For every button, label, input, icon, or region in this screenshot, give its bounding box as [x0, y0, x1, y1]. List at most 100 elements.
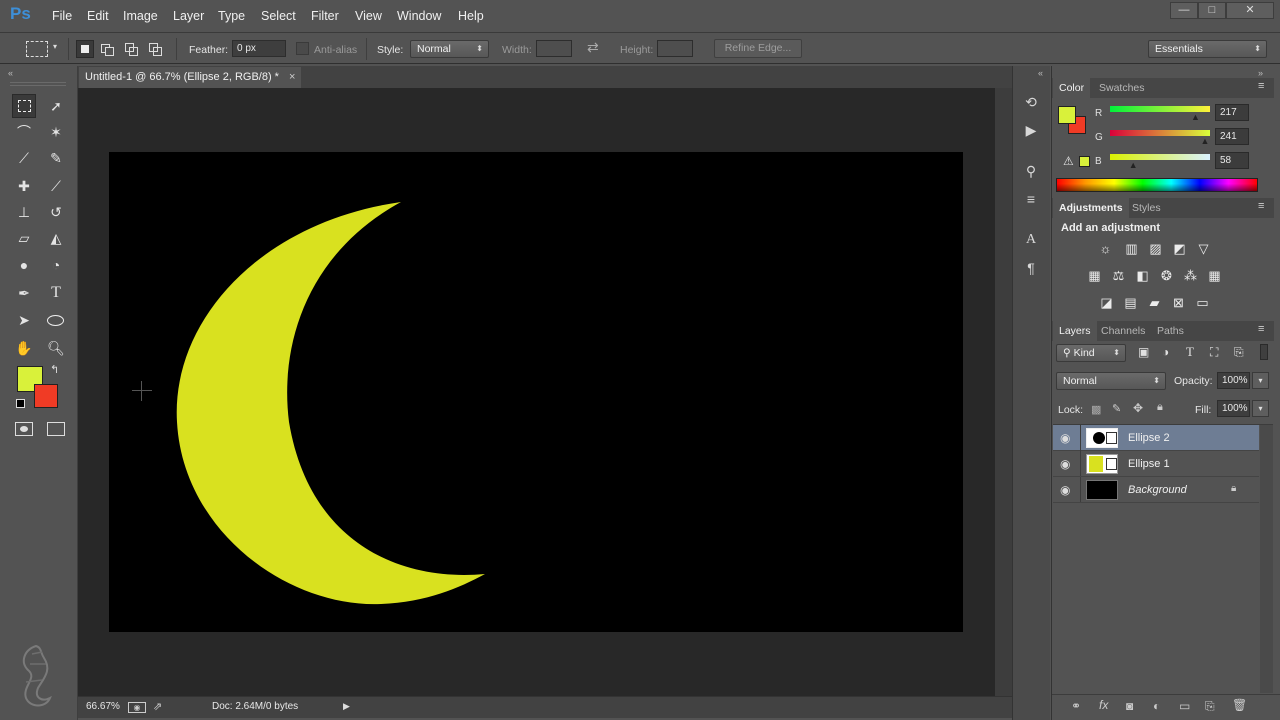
history-brush-icon[interactable]: ↺ — [44, 200, 68, 224]
add-mask-icon[interactable]: ◙ — [1126, 699, 1133, 713]
layer-name[interactable]: Ellipse 1 — [1128, 458, 1170, 470]
blur-icon[interactable]: ● — [12, 253, 36, 277]
zoom-level[interactable]: 66.67% — [86, 701, 120, 712]
filter-shape-icon[interactable]: ⛶ — [1210, 345, 1218, 360]
tab-channels[interactable]: Channels — [1095, 321, 1151, 341]
gradient-map-icon[interactable]: ⊠ — [1170, 294, 1187, 311]
width-input[interactable] — [536, 40, 572, 57]
threshold-icon[interactable]: ▰ — [1146, 294, 1163, 311]
menu-type[interactable]: Type — [218, 9, 245, 23]
screen-mode-icon[interactable] — [47, 422, 65, 436]
stamp-icon[interactable]: ⊥ — [12, 200, 36, 224]
move-icon[interactable]: ➚ — [44, 94, 68, 118]
layer-filter-select[interactable]: ⚲ Kind ⬍ — [1056, 344, 1126, 362]
layers-scrollbar[interactable] — [1260, 425, 1273, 693]
paragraph-panel-icon[interactable]: ¶ — [1021, 258, 1041, 278]
opacity-input[interactable]: 100% — [1217, 372, 1250, 389]
refine-edge-button[interactable]: Refine Edge... — [714, 39, 802, 58]
color-spectrum-ramp[interactable] — [1056, 178, 1258, 192]
g-slider-thumb[interactable]: ▲ — [1201, 136, 1210, 146]
chevron-down-icon[interactable]: ▾ — [53, 42, 57, 51]
eyedropper-icon[interactable]: ✎ — [44, 146, 68, 170]
tab-layers[interactable]: Layers — [1053, 321, 1097, 341]
g-value-input[interactable]: 241 — [1215, 128, 1249, 145]
adjustment-layer-icon[interactable]: ◐ — [1153, 699, 1160, 713]
new-selection-icon[interactable] — [76, 40, 94, 58]
panel-menu-icon[interactable]: ≡ — [1258, 323, 1264, 335]
hand-icon[interactable]: ✋ — [12, 336, 36, 360]
black-white-icon[interactable]: ◧ — [1134, 267, 1151, 284]
pen-icon[interactable]: ✒ — [12, 281, 36, 305]
maximize-button[interactable]: □ — [1198, 2, 1226, 19]
curves-icon[interactable]: ▨ — [1147, 240, 1164, 257]
channel-mixer-icon[interactable]: ⁂ — [1182, 267, 1199, 284]
new-layer-icon[interactable]: ⎘ — [1205, 699, 1215, 714]
filter-type-icon[interactable]: T — [1186, 344, 1194, 360]
color-foreground-swatch[interactable] — [1058, 106, 1076, 124]
ellipse-icon[interactable] — [44, 308, 68, 332]
eye-icon[interactable]: ◉ — [1060, 431, 1070, 445]
fill-input[interactable]: 100% — [1217, 400, 1250, 417]
layer-style-icon[interactable]: fx — [1099, 698, 1108, 712]
close-window-button[interactable]: ✕ — [1226, 2, 1274, 19]
eraser-icon[interactable]: ▱ — [12, 226, 36, 250]
marquee-preset-icon[interactable] — [26, 41, 48, 57]
filter-smart-object-icon[interactable]: ⎘ — [1234, 345, 1244, 360]
b-slider-thumb[interactable]: ▲ — [1129, 160, 1138, 170]
layer-thumbnail-ellipse-2[interactable] — [1086, 428, 1118, 448]
panel-menu-icon[interactable]: ≡ — [1258, 80, 1264, 92]
status-menu-arrow-icon[interactable]: ▶ — [343, 701, 350, 712]
swap-icon[interactable]: ⇄ — [587, 39, 599, 56]
selective-color-icon[interactable]: ▭ — [1194, 294, 1211, 311]
fill-dropdown-icon[interactable]: ▾ — [1252, 400, 1269, 417]
lock-pixels-icon[interactable]: ✎ — [1112, 402, 1121, 415]
crop-icon[interactable]: ⟋ — [12, 146, 36, 170]
eye-icon[interactable]: ◉ — [1060, 457, 1070, 471]
workspace-select[interactable]: Essentials ⬍ — [1148, 40, 1267, 58]
b-value-input[interactable]: 58 — [1215, 152, 1249, 169]
tab-swatches[interactable]: Swatches — [1093, 78, 1151, 98]
tab-adjustments[interactable]: Adjustments — [1053, 198, 1129, 218]
color-balance-icon[interactable]: ⚖ — [1110, 267, 1127, 284]
delete-layer-icon[interactable]: 🗑︎ — [1232, 698, 1247, 712]
b-slider[interactable] — [1110, 154, 1210, 160]
lock-position-icon[interactable]: ✥ — [1133, 401, 1143, 415]
dodge-icon[interactable]: ◔ — [44, 253, 68, 277]
collapse-icon[interactable]: « — [8, 68, 13, 78]
eye-icon[interactable]: ◉ — [1060, 483, 1070, 497]
lock-all-icon[interactable]: 🔒︎ — [1157, 401, 1163, 414]
layer-name[interactable]: Background — [1128, 484, 1187, 496]
expand-dock-icon[interactable]: « — [1038, 68, 1043, 78]
gamut-color-swatch[interactable] — [1079, 156, 1090, 167]
brush-icon[interactable]: ⟋ — [44, 174, 68, 198]
zoom-icon[interactable]: 🔍︎ — [44, 336, 68, 360]
filter-adjustment-icon[interactable]: ◑ — [1162, 345, 1169, 359]
tab-styles[interactable]: Styles — [1126, 198, 1167, 218]
magic-wand-icon[interactable]: ✶ — [44, 120, 68, 144]
vibrance-icon[interactable]: ▽ — [1195, 240, 1212, 257]
menu-view[interactable]: View — [355, 9, 382, 23]
lock-transparent-icon[interactable]: ▩ — [1091, 403, 1101, 416]
posterize-icon[interactable]: ▤ — [1122, 294, 1139, 311]
type-icon[interactable]: T — [44, 281, 68, 305]
actions-panel-icon[interactable]: ▶ — [1021, 120, 1041, 140]
opacity-dropdown-icon[interactable]: ▾ — [1252, 372, 1269, 389]
photo-filter-icon[interactable]: ❂ — [1158, 267, 1175, 284]
lasso-icon[interactable]: ⌒ — [12, 120, 36, 144]
tab-paths[interactable]: Paths — [1151, 321, 1190, 341]
toolbox-grip[interactable] — [10, 82, 66, 86]
menu-file[interactable]: File — [52, 9, 72, 23]
color-lookup-icon[interactable]: ▦ — [1206, 267, 1223, 284]
brush-panel-icon[interactable]: ≡ — [1021, 189, 1041, 209]
history-panel-icon[interactable]: ⟲ — [1021, 92, 1041, 112]
layer-thumbnail-ellipse-1[interactable] — [1086, 454, 1118, 474]
character-panel-icon[interactable]: A — [1021, 230, 1041, 250]
filter-toggle[interactable] — [1260, 344, 1268, 360]
menu-help[interactable]: Help — [458, 9, 484, 23]
panel-menu-icon[interactable]: ≡ — [1258, 200, 1264, 212]
document-tab[interactable]: Untitled-1 @ 66.7% (Ellipse 2, RGB/8) * × — [79, 67, 302, 88]
tab-color[interactable]: Color — [1053, 78, 1091, 98]
hue-saturation-icon[interactable]: ▦ — [1086, 267, 1103, 284]
r-slider-thumb[interactable]: ▲ — [1191, 112, 1200, 122]
brush-presets-icon[interactable]: ⚲ — [1021, 161, 1041, 181]
